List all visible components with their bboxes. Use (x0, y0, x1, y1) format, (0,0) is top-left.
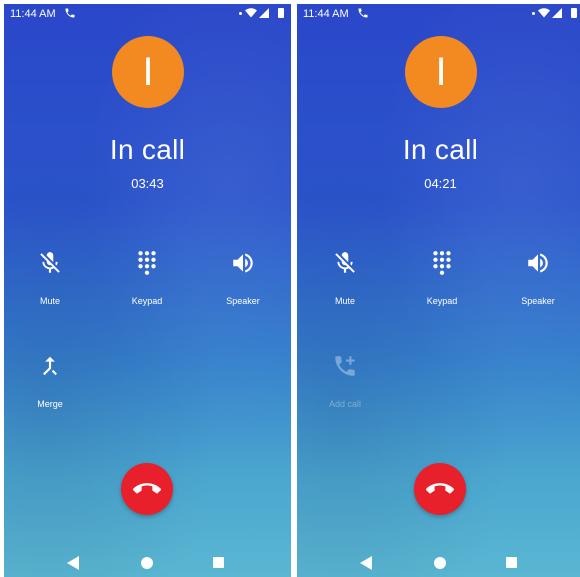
phone-call-icon (358, 8, 368, 18)
merge-label: Merge (37, 399, 63, 409)
wifi-icon (245, 8, 257, 18)
mic-off-icon (40, 252, 60, 273)
mic-off-icon (335, 252, 355, 273)
call-state: In call (109, 134, 186, 165)
mute-button[interactable]: Mute (309, 250, 381, 306)
battery-icon (278, 8, 284, 18)
navigation-bar (4, 549, 291, 577)
add-call-label: Add call (328, 399, 362, 409)
volume-icon (233, 253, 253, 273)
speaker-button[interactable]: Speaker (502, 250, 574, 306)
call-state: In call (402, 134, 479, 165)
battery-icon (571, 8, 577, 18)
keypad-label: Keypad (426, 296, 458, 306)
contact-avatar: I (405, 36, 477, 108)
contact-avatar: I (112, 36, 184, 108)
notification-dot (239, 12, 242, 15)
end-call-button[interactable] (414, 463, 466, 515)
add-call-button[interactable]: Add call (309, 353, 381, 409)
wifi-icon (538, 8, 550, 18)
add-call-icon (335, 356, 355, 376)
mute-label: Mute (39, 296, 60, 306)
navigation-bar (297, 549, 580, 577)
speaker-label: Speaker (521, 296, 555, 306)
back-icon[interactable] (360, 556, 372, 570)
keypad-label: Keypad (131, 296, 163, 306)
recents-icon[interactable] (213, 557, 224, 568)
back-icon[interactable] (67, 556, 79, 570)
signal-icon (552, 8, 562, 18)
keypad-button[interactable]: Keypad (111, 250, 183, 306)
avatar-letter: I (435, 50, 447, 94)
dialpad-icon (433, 251, 451, 275)
end-call-button[interactable] (121, 463, 173, 515)
call-end-icon (426, 483, 454, 494)
call-screen-left: 11:44 AM I In call 03:43 Mute Keypad Spe… (4, 4, 291, 577)
call-screen-right: 11:44 AM I In call 04:21 Mute Keypad Spe… (297, 4, 580, 577)
status-time: 11:44 AM (303, 8, 349, 20)
avatar-letter: I (142, 50, 154, 94)
home-icon[interactable] (434, 557, 446, 569)
mute-label: Mute (334, 296, 355, 306)
status-bar: 11:44 AM (297, 4, 580, 24)
recents-icon[interactable] (506, 557, 517, 568)
merge-icon (43, 356, 57, 376)
dialpad-icon (138, 251, 156, 275)
call-end-icon (133, 483, 161, 494)
call-timer: 03:43 (131, 176, 164, 191)
speaker-button[interactable]: Speaker (207, 250, 279, 306)
phone-call-icon (65, 8, 75, 18)
merge-button[interactable]: Merge (14, 353, 86, 409)
home-icon[interactable] (141, 557, 153, 569)
volume-icon (528, 253, 548, 273)
status-bar: 11:44 AM (4, 4, 291, 24)
mute-button[interactable]: Mute (14, 250, 86, 306)
call-timer: 04:21 (424, 176, 457, 191)
signal-icon (259, 8, 269, 18)
status-time: 11:44 AM (10, 8, 56, 20)
notification-dot (532, 12, 535, 15)
speaker-label: Speaker (226, 296, 260, 306)
keypad-button[interactable]: Keypad (406, 250, 478, 306)
